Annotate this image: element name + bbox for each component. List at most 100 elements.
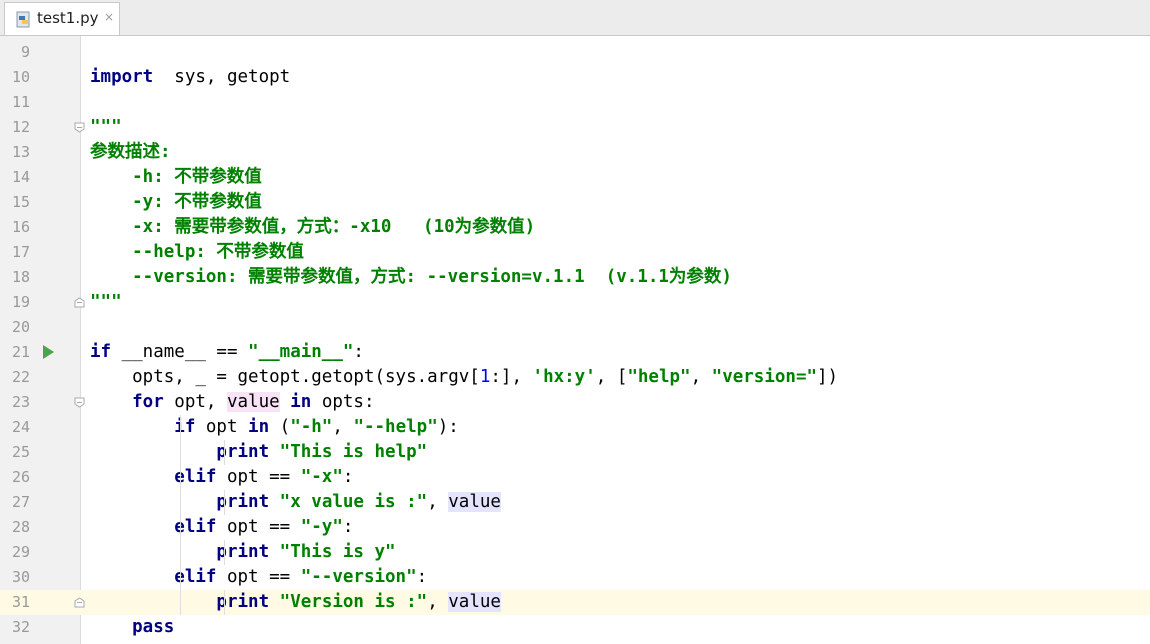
code-line[interactable]: 9 <box>0 40 1150 65</box>
code-line[interactable]: 29 print "This is y" <box>0 540 1150 565</box>
line-number: 31 <box>11 593 30 611</box>
code-text[interactable]: --version: 需要带参数值，方式: --version=v.1.1 (v… <box>90 265 732 290</box>
fold-marker-icon[interactable] <box>74 297 85 308</box>
code-line[interactable]: 14 -h: 不带参数值 <box>0 165 1150 190</box>
code-text[interactable]: import sys, getopt <box>90 65 290 90</box>
code-token: __name__ == <box>111 342 249 362</box>
close-icon[interactable]: × <box>104 10 114 24</box>
fold-marker-icon[interactable] <box>74 397 85 408</box>
code-text[interactable]: opts, _ = getopt.getopt(sys.argv[1:], 'h… <box>90 365 838 390</box>
python-file-icon <box>16 11 30 28</box>
line-number: 28 <box>11 518 30 536</box>
code-text[interactable]: -x: 需要带参数值，方式：-x10 (10为参数值) <box>90 215 535 240</box>
highlighted-identifier: value <box>448 592 501 612</box>
code-line[interactable]: 12 """ <box>0 115 1150 140</box>
fold-marker-icon[interactable] <box>74 597 85 608</box>
code-text[interactable]: if __name__ == "__main__": <box>90 340 364 365</box>
string-token: --version: 需要带参数值，方式: --version=v.1.1 (v… <box>90 267 732 287</box>
line-number: 16 <box>11 218 30 236</box>
code-token: ): <box>437 417 459 437</box>
code-line[interactable]: 32 pass <box>0 615 1150 640</box>
code-text[interactable]: --help: 不带参数值 <box>90 240 304 265</box>
indent-guide <box>224 540 225 565</box>
code-line[interactable]: 22 opts, _ = getopt.getopt(sys.argv[1:],… <box>0 365 1150 390</box>
code-line[interactable]: 13 参数描述: <box>0 140 1150 165</box>
run-icon[interactable] <box>43 345 54 359</box>
line-number: 10 <box>11 68 30 86</box>
code-text[interactable]: elif opt == "-x": <box>90 465 353 490</box>
code-line[interactable]: 24 if opt in ("-h", "--help"): <box>0 415 1150 440</box>
line-number: 26 <box>11 468 30 486</box>
code-line[interactable]: 15 -y: 不带参数值 <box>0 190 1150 215</box>
code-token: , [ <box>595 367 628 387</box>
code-token: opts, _ = getopt.getopt(sys.argv[ <box>90 367 480 387</box>
line-number: 11 <box>11 93 30 111</box>
code-line[interactable]: 11 <box>0 90 1150 115</box>
string-token: "help" <box>627 367 691 387</box>
tab-title: test1.py <box>37 9 99 27</box>
code-text[interactable]: print "Version is :", value <box>90 590 501 615</box>
indent-guide <box>180 415 181 615</box>
string-token: "x value is :" <box>279 492 428 512</box>
code-text[interactable]: print "This is y" <box>90 540 395 565</box>
code-token: opt == <box>216 567 301 587</box>
string-token: -y: 不带参数值 <box>90 192 262 212</box>
indent-guide <box>224 440 225 465</box>
code-line[interactable]: 10 import sys, getopt <box>0 65 1150 90</box>
code-line[interactable]: 26 elif opt == "-x": <box>0 465 1150 490</box>
code-line[interactable]: 21 if __name__ == "__main__": <box>0 340 1150 365</box>
line-number: 17 <box>11 243 30 261</box>
code-line[interactable]: 16 -x: 需要带参数值，方式：-x10 (10为参数值) <box>0 215 1150 240</box>
code-editor[interactable]: 9 10 import sys, getopt 11 12 """ 13 参数描述: 14 -h… <box>0 36 1150 644</box>
keyword-token: elif <box>90 517 217 537</box>
code-token: , <box>427 592 449 612</box>
code-token: : <box>353 342 364 362</box>
code-line[interactable]: 18 --version: 需要带参数值，方式: --version=v.1.1… <box>0 265 1150 290</box>
code-line[interactable]: 28 elif opt == "-y": <box>0 515 1150 540</box>
indent-guide <box>224 590 225 615</box>
code-line[interactable]: 20 <box>0 315 1150 340</box>
code-line[interactable]: 19 """ <box>0 290 1150 315</box>
code-token: ( <box>269 417 291 437</box>
code-text[interactable]: print "This is help" <box>90 440 427 465</box>
code-text[interactable]: -h: 不带参数值 <box>90 165 262 190</box>
line-number: 15 <box>11 193 30 211</box>
line-number: 22 <box>11 368 30 386</box>
code-token: : <box>342 517 354 537</box>
code-text[interactable]: if opt in ("-h", "--help"): <box>90 415 459 440</box>
code-text[interactable]: elif opt == "--version": <box>90 565 427 590</box>
code-line[interactable]: 23 for opt, value in opts: <box>0 390 1150 415</box>
fold-marker-icon[interactable] <box>74 122 85 133</box>
code-line[interactable]: 27 print "x value is :", value <box>0 490 1150 515</box>
code-text[interactable]: elif opt == "-y": <box>90 515 353 540</box>
line-number: 19 <box>11 293 30 311</box>
code-text[interactable]: for opt, value in opts: <box>90 390 375 415</box>
line-number: 18 <box>11 268 30 286</box>
code-line[interactable]: 30 elif opt == "--version": <box>0 565 1150 590</box>
code-text[interactable]: """ <box>90 115 122 140</box>
keyword-token: if <box>90 342 112 362</box>
code-text[interactable]: """ <box>90 290 122 315</box>
code-token: : <box>416 567 428 587</box>
string-token: "version=" <box>711 367 818 387</box>
line-number: 20 <box>11 318 30 336</box>
code-token: opt <box>195 417 249 437</box>
code-line[interactable]: 25 print "This is help" <box>0 440 1150 465</box>
code-token: 1 <box>479 367 491 387</box>
string-token: 参数描述: <box>90 142 171 162</box>
tab-test1-py[interactable]: test1.py × <box>4 2 120 35</box>
line-number: 32 <box>11 618 30 636</box>
string-token: "--version" <box>300 567 417 587</box>
code-text[interactable]: print "x value is :", value <box>90 490 501 515</box>
highlighted-identifier: value <box>226 392 280 412</box>
code-text[interactable]: pass <box>90 615 174 640</box>
code-line[interactable]: 17 --help: 不带参数值 <box>0 240 1150 265</box>
code-text[interactable]: 参数描述: <box>90 140 171 165</box>
indent-guide <box>224 490 225 515</box>
code-text[interactable]: -y: 不带参数值 <box>90 190 262 215</box>
code-line[interactable]: 31 print "Version is :", value <box>0 590 1150 615</box>
line-number: 9 <box>20 43 30 61</box>
